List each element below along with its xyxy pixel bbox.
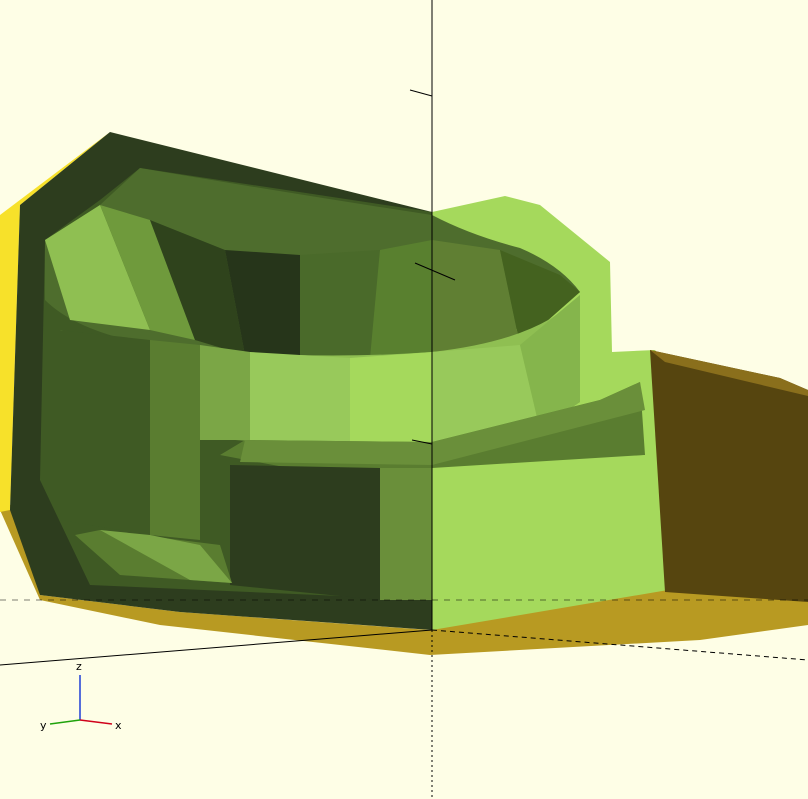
3d-viewport[interactable]: z x y	[0, 0, 808, 799]
gizmo-y-label: y	[40, 719, 47, 732]
scene-canvas[interactable]: z x y	[0, 0, 808, 799]
dome-segment	[300, 250, 380, 358]
lower-cavity-right	[432, 455, 650, 600]
dome-band-shade	[150, 340, 200, 540]
axes-gizmo: z x y	[40, 660, 122, 732]
dome-band-shade	[250, 352, 350, 442]
dome-segment	[370, 240, 432, 358]
dome-band-shade	[60, 330, 150, 535]
gizmo-x-axis	[79, 719, 113, 725]
gizmo-z-label: z	[76, 660, 82, 673]
axis-tick	[409, 89, 433, 97]
gizmo-y-axis	[49, 719, 81, 725]
lower-cavity-dark	[230, 465, 380, 600]
gizmo-x-label: x	[115, 719, 122, 732]
dome-band-shade	[350, 352, 432, 442]
dome-band-shade	[200, 345, 250, 440]
lower-cavity-mid	[380, 468, 432, 600]
